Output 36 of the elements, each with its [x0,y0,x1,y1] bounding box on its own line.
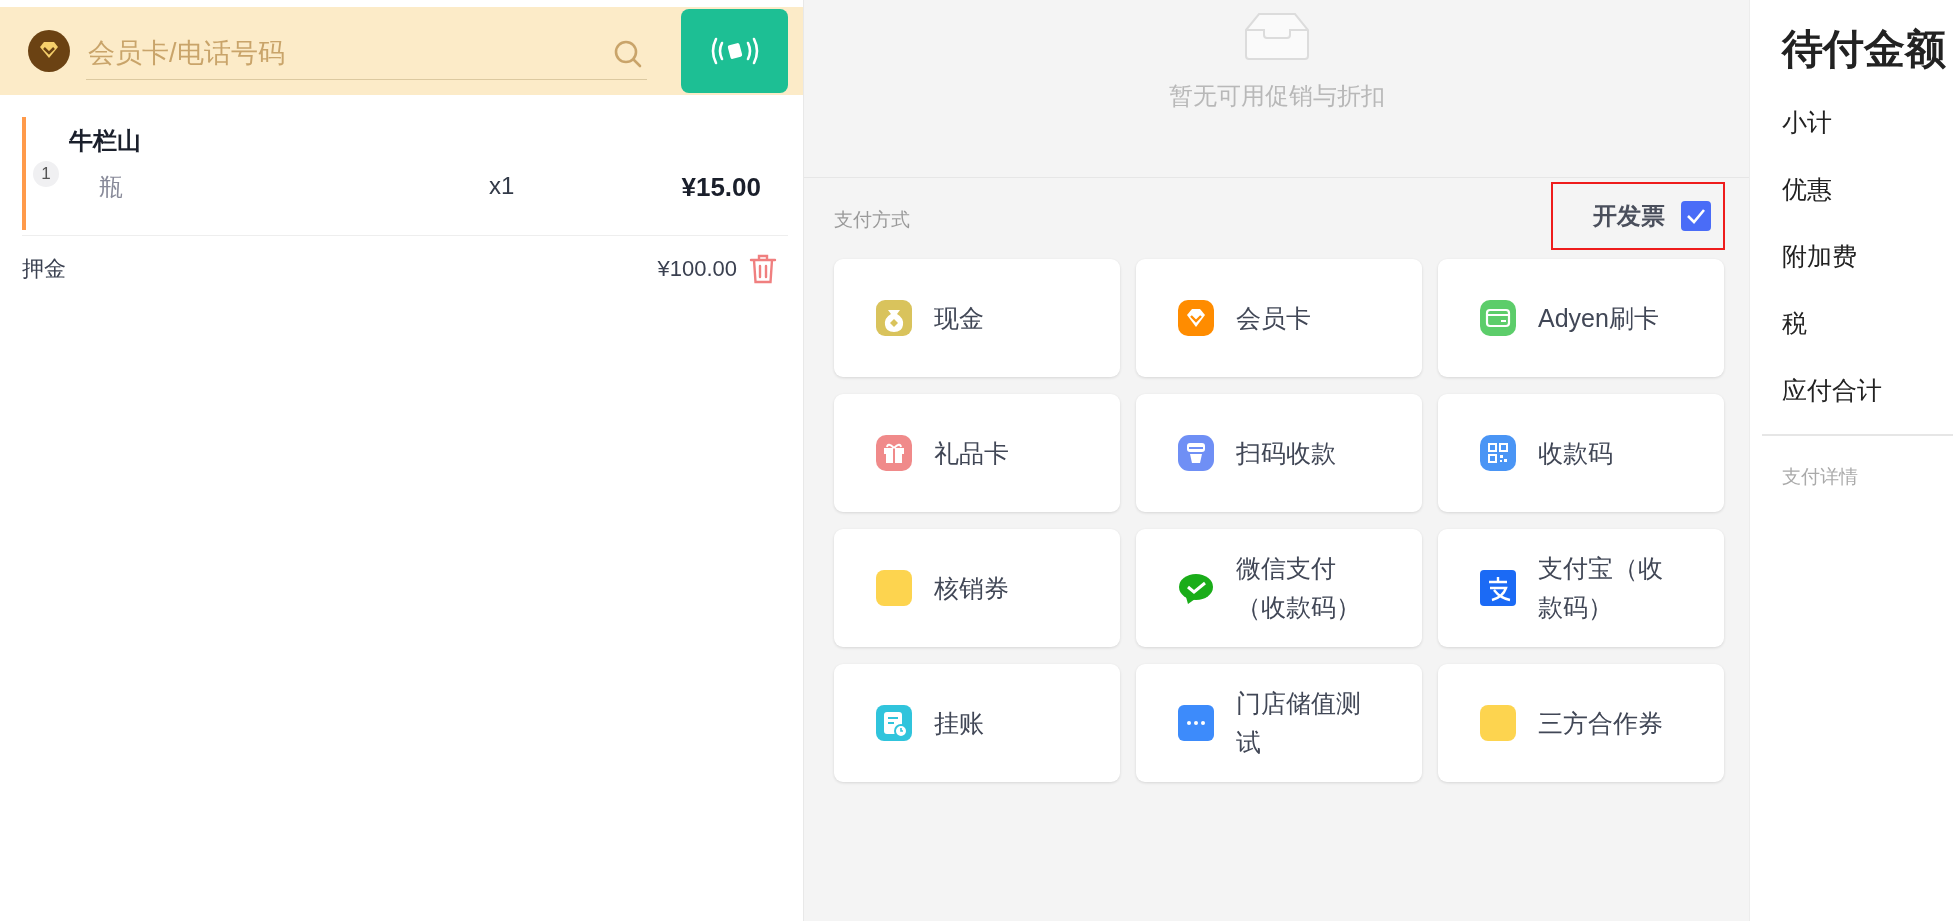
payment-method-button[interactable]: 现金 [834,259,1120,377]
summary-label: 应付合计 [1782,375,1882,406]
invoice-checkbox[interactable] [1681,201,1711,231]
item-quantity: x1 [489,172,516,201]
summary-label: 附加费 [1782,241,1857,272]
section-title: 支付方式 [834,208,910,232]
deposit-amount: ¥100.00 [657,256,737,282]
payment-method-button[interactable]: 挂账 [834,664,1120,782]
checkmark-icon [1686,208,1706,224]
item-name: 牛栏山 [69,126,142,156]
section-title: 支付详情 [1782,465,1858,489]
card-reader-button[interactable] [681,9,788,93]
order-item[interactable]: 1 牛栏山 瓶 x1 ¥15.00 [22,117,788,230]
item-index: 1 [33,161,59,187]
deposit-label: 押金 [22,255,66,283]
trash-icon[interactable] [749,253,777,285]
item-unit: 瓶 [99,172,124,202]
invoice-label: 开发票 [1593,201,1665,231]
payment-method-button[interactable]: 支付宝（收款码） [1438,529,1724,647]
amount-due-title: 待付金额 [1780,25,1946,74]
summary-label: 小计 [1782,107,1832,138]
payment-method-button[interactable]: 礼品卡 [834,394,1120,512]
search-icon [613,38,643,69]
summary-label: 税 [1782,308,1807,339]
empty-promotions-text: 暂无可用促销与折扣 [1168,81,1385,111]
summary-label: 优惠 [1782,174,1832,205]
item-price: ¥15.00 [681,172,762,204]
payment-method-button[interactable]: 三方合作券 [1438,664,1724,782]
payment-method-button[interactable]: 会员卡 [1136,259,1422,377]
payment-method-button[interactable]: 核销券 [834,529,1120,647]
payment-method-button[interactable]: 门店储值测试 [1136,664,1422,782]
payment-method-button[interactable]: 微信支付（收款码） [1136,529,1422,647]
payment-method-button[interactable]: Adyen刷卡 [1438,259,1724,377]
payment-method-button[interactable]: 收款码 [1438,394,1724,512]
empty-tray-icon [1244,12,1309,60]
payment-method-button[interactable]: 扫码收款 [1136,394,1422,512]
